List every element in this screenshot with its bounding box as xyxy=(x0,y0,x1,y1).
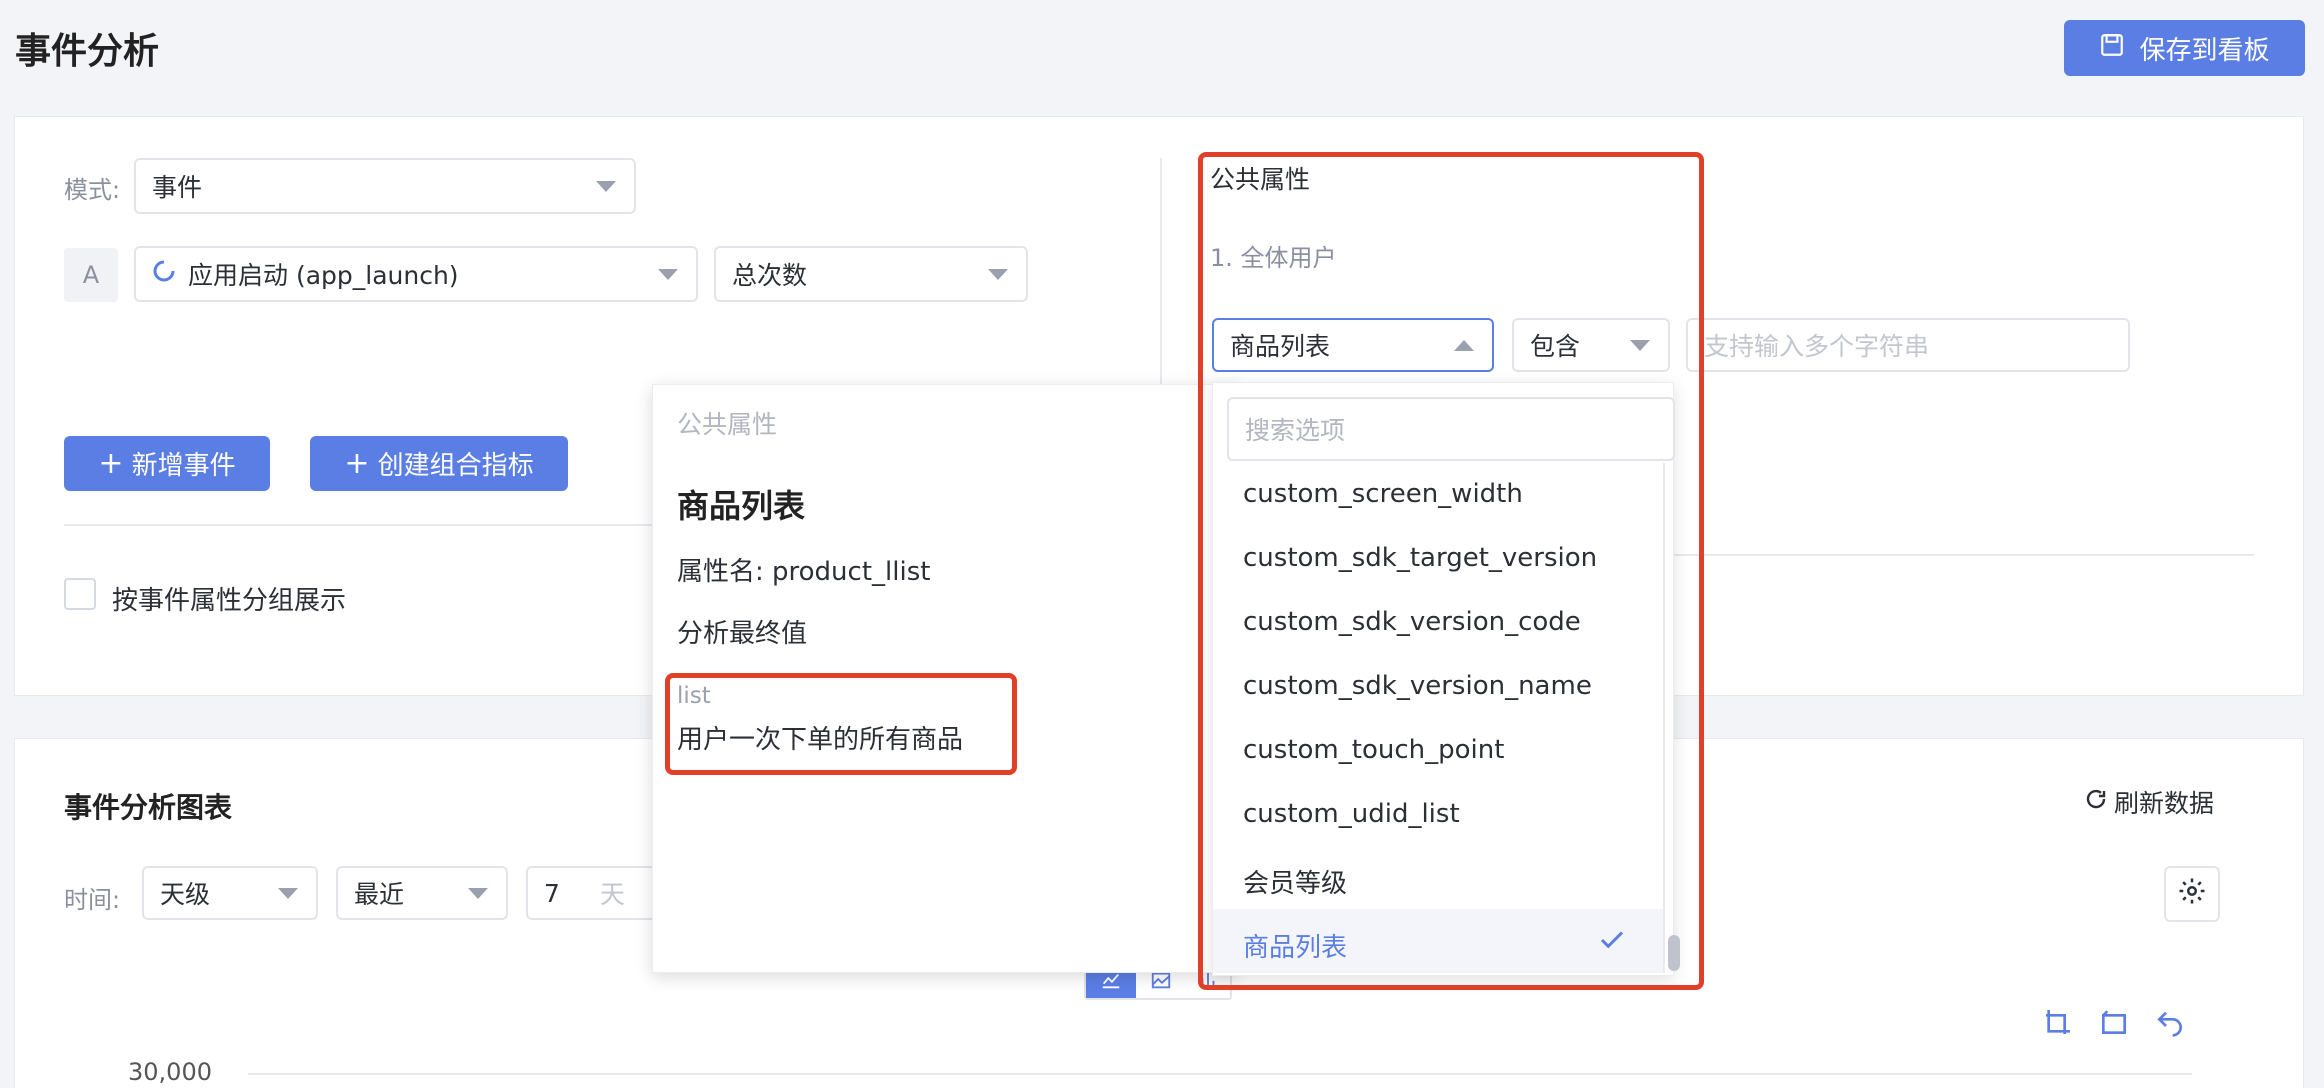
mode-label: 模式: xyxy=(64,176,121,204)
undo-icon[interactable] xyxy=(2154,1006,2186,1046)
filter-value-input[interactable]: 支持输入多个字符串 xyxy=(1686,318,2130,372)
add-event-button[interactable]: + 新增事件 xyxy=(64,436,270,491)
popover-attr-name: 属性名: product_llist xyxy=(677,557,931,587)
divider xyxy=(1674,554,2254,556)
event-select-value: 应用启动 (app_launch) xyxy=(188,261,459,290)
refresh-data-button[interactable]: 刷新数据 xyxy=(2084,784,2214,820)
plus-icon: + xyxy=(98,446,124,481)
group-by-property-label: 按事件属性分组展示 xyxy=(112,586,347,616)
popover-category: 公共属性 xyxy=(677,410,778,439)
plus-icon: + xyxy=(344,446,370,481)
vertical-divider xyxy=(1160,158,1162,388)
event-icon xyxy=(152,259,176,289)
series-letter-badge: A xyxy=(64,248,118,302)
event-select[interactable]: 应用启动 (app_launch) xyxy=(134,246,698,302)
filter-highlight xyxy=(1198,152,1704,990)
metric-select[interactable]: 总次数 xyxy=(714,246,1028,302)
divider xyxy=(64,524,662,526)
chevron-down-icon xyxy=(278,888,298,899)
range-value: 最近 xyxy=(354,880,405,909)
page-title: 事件分析 xyxy=(15,31,160,72)
refresh-data-label: 刷新数据 xyxy=(2114,789,2215,818)
create-combined-metric-button[interactable]: + 创建组合指标 xyxy=(310,436,568,491)
group-by-property-checkbox[interactable] xyxy=(64,578,96,610)
popover-type: list xyxy=(677,683,711,709)
chevron-down-icon xyxy=(596,181,616,192)
days-input[interactable]: 7 天 xyxy=(526,866,656,920)
chevron-down-icon xyxy=(988,269,1008,280)
save-icon xyxy=(2099,32,2125,65)
save-button-label: 保存到看板 xyxy=(2139,35,2270,66)
gear-icon xyxy=(2177,876,2207,913)
range-select[interactable]: 最近 xyxy=(336,866,508,920)
reset-crop-icon[interactable] xyxy=(2098,1006,2130,1046)
popover-description: 用户一次下单的所有商品 xyxy=(677,725,964,755)
property-detail-popover: 公共属性 商品列表 属性名: product_llist 分析最终值 list … xyxy=(652,384,1237,973)
save-to-dashboard-button[interactable]: 保存到看板 xyxy=(2064,20,2305,76)
popover-property-name: 商品列表 xyxy=(677,487,806,525)
mode-select[interactable]: 事件 xyxy=(134,158,636,214)
add-event-label: 新增事件 xyxy=(131,451,236,481)
days-unit: 天 xyxy=(599,880,625,909)
granularity-select[interactable]: 天级 xyxy=(142,866,318,920)
mode-select-value: 事件 xyxy=(152,173,203,202)
time-label: 时间: xyxy=(64,886,121,914)
granularity-value: 天级 xyxy=(160,880,211,909)
days-value: 7 xyxy=(544,878,560,908)
chart-settings-button[interactable] xyxy=(2164,866,2220,922)
chevron-down-icon xyxy=(658,269,678,280)
y-axis-tick: 30,000 xyxy=(128,1058,212,1086)
chart-panel-title: 事件分析图表 xyxy=(64,791,233,824)
gridline xyxy=(248,1073,2192,1075)
create-metric-label: 创建组合指标 xyxy=(377,451,534,481)
refresh-icon xyxy=(2084,787,2108,817)
popover-analysis-mode: 分析最终值 xyxy=(677,619,808,649)
metric-select-value: 总次数 xyxy=(732,261,808,290)
chevron-down-icon xyxy=(468,888,488,899)
crop-icon[interactable] xyxy=(2042,1006,2074,1046)
